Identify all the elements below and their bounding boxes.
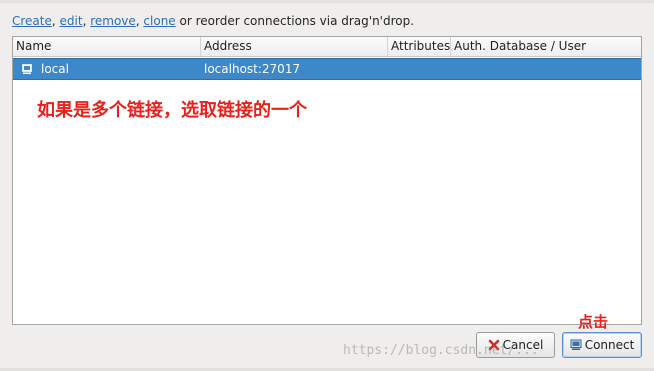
edit-link[interactable]: edit <box>60 14 83 28</box>
table-row[interactable]: local localhost:27017 <box>13 58 641 80</box>
cancel-button[interactable]: Cancel <box>476 332 555 358</box>
click-hint-annotation: 点击 <box>578 313 609 331</box>
remove-link[interactable]: remove <box>90 14 136 28</box>
cancel-label: Cancel <box>502 338 544 352</box>
connect-label: Connect <box>584 338 635 352</box>
table-header: Name Address Attributes Auth. Database /… <box>13 37 641 57</box>
select-hint-annotation: 如果是多个链接，选取链接的一个 <box>37 100 307 121</box>
column-header-auth[interactable]: Auth. Database / User <box>451 37 641 56</box>
column-header-name[interactable]: Name <box>13 37 201 56</box>
cell-attributes <box>388 59 451 79</box>
separator: , <box>51 14 60 28</box>
column-header-address[interactable]: Address <box>201 37 388 56</box>
cell-address: localhost:27017 <box>204 62 301 76</box>
connections-table[interactable]: Name Address Attributes Auth. Database /… <box>12 36 642 325</box>
clone-link[interactable]: clone <box>143 14 175 28</box>
window-top-edge <box>0 0 654 3</box>
cell-auth <box>451 59 641 79</box>
connect-button[interactable]: Connect <box>562 332 642 358</box>
instructions-line: Create, edit, remove, clone or reorder c… <box>12 12 414 30</box>
instructions-text: or reorder connections via drag'n'drop. <box>175 14 415 28</box>
column-header-attributes[interactable]: Attributes <box>388 37 451 56</box>
cancel-icon <box>488 339 499 351</box>
cell-name: local <box>13 59 201 79</box>
connection-name: local <box>41 62 69 76</box>
create-link[interactable]: Create <box>12 14 52 28</box>
connect-icon <box>570 339 582 350</box>
connection-icon <box>22 64 32 74</box>
